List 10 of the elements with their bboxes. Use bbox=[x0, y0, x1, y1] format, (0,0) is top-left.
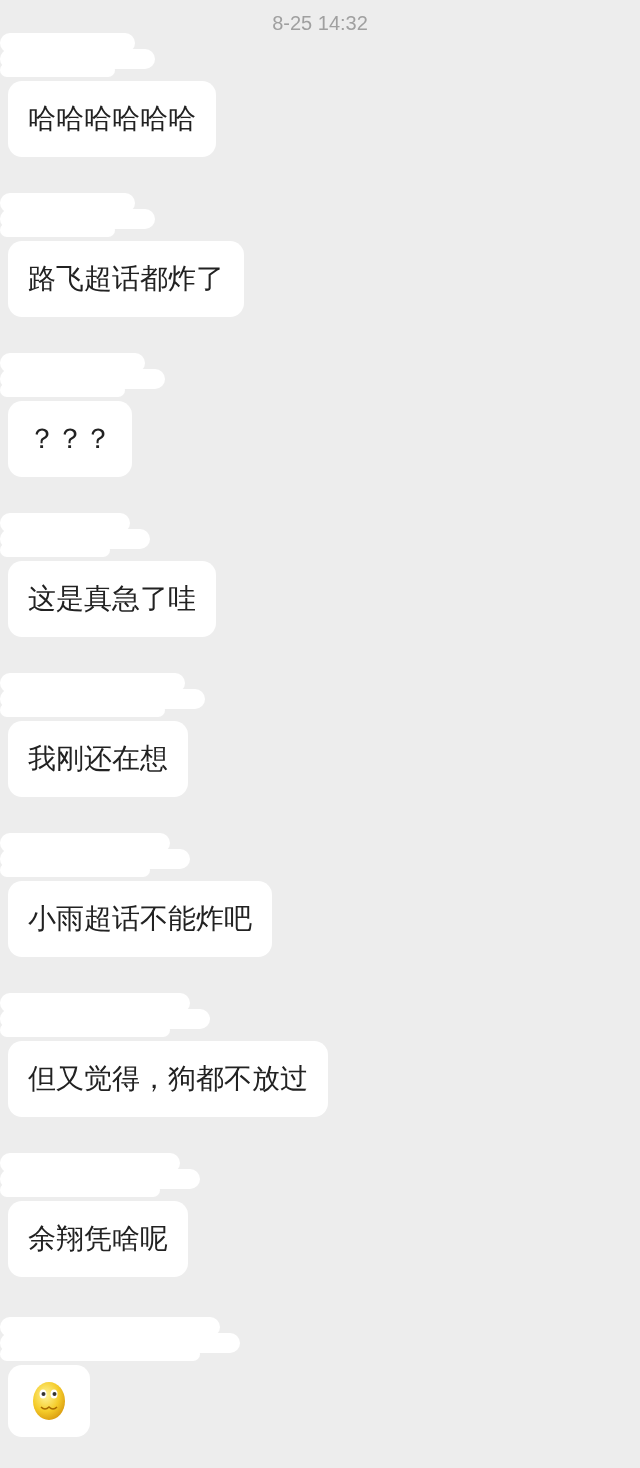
message-bubble: ？？？ bbox=[8, 401, 132, 477]
smiley-icon bbox=[32, 1381, 66, 1421]
message-bubble: 但又觉得，狗都不放过 bbox=[8, 1041, 328, 1117]
message-bubble: 这是真急了哇 bbox=[8, 561, 216, 637]
message-bubble: 哈哈哈哈哈哈 bbox=[8, 81, 216, 157]
message-bubble: 小雨超话不能炸吧 bbox=[8, 881, 272, 957]
message-bubble: 余翔凭啥呢 bbox=[8, 1201, 188, 1277]
message-bubble: 我刚还在想 bbox=[8, 721, 188, 797]
message-bubble: 路飞超话都炸了 bbox=[8, 241, 244, 317]
timestamp: 8-25 14:32 bbox=[272, 11, 368, 36]
